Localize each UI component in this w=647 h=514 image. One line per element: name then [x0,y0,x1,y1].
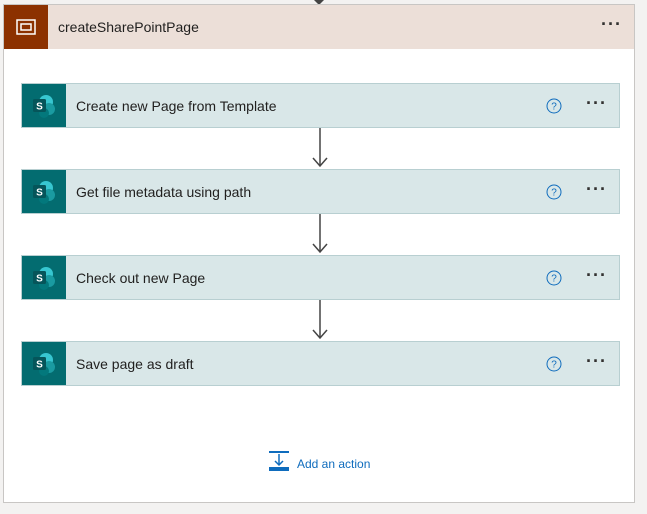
help-icon[interactable]: ? [546,98,562,114]
action-title: Check out new Page [76,269,206,286]
scope-header[interactable]: createSharePointPage ··· [4,5,634,49]
connector-arrow [312,300,328,340]
action-title: Create new Page from Template [76,97,277,114]
action-card-get-file-metadata[interactable]: S Get file metadata using path ? ··· [21,169,620,214]
svg-text:S: S [36,273,43,284]
sharepoint-icon: S [22,256,66,299]
scope-more-options-button[interactable]: ··· [589,15,634,39]
scope-title: createSharePointPage [58,19,199,35]
action-card-create-page[interactable]: S Create new Page from Template ? ··· [21,83,620,128]
svg-text:S: S [36,359,43,370]
action-title: Save page as draft [76,355,194,372]
connector-arrow [312,128,328,168]
action-more-options-button[interactable]: ··· [574,180,619,204]
help-icon[interactable]: ? [546,270,562,286]
action-title: Get file metadata using path [76,183,252,200]
scope-icon [4,5,48,49]
action-more-options-button[interactable]: ··· [574,352,619,376]
add-action-label: Add an action [297,456,371,471]
action-card-save-draft[interactable]: S Save page as draft ? ··· [21,341,620,386]
sharepoint-icon: S [22,84,66,127]
svg-text:S: S [36,101,43,112]
connector-arrow [312,214,328,254]
svg-text:?: ? [551,359,557,370]
action-more-options-button[interactable]: ··· [574,94,619,118]
svg-text:?: ? [551,273,557,284]
sharepoint-icon: S [22,170,66,213]
help-icon[interactable]: ? [546,356,562,372]
add-action-icon [269,451,289,476]
add-action-button[interactable]: Add an action [269,451,370,476]
svg-text:?: ? [551,101,557,112]
action-card-check-out-page[interactable]: S Check out new Page ? ··· [21,255,620,300]
sharepoint-icon: S [22,342,66,385]
svg-text:?: ? [551,187,557,198]
help-icon[interactable]: ? [546,184,562,200]
svg-text:S: S [36,187,43,198]
action-more-options-button[interactable]: ··· [574,266,619,290]
scope-container: createSharePointPage ··· S Create new Pa… [3,4,635,503]
